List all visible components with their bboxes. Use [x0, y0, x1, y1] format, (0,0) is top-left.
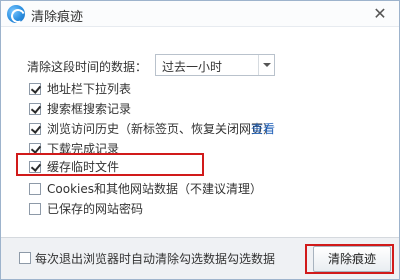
auto-clear-checkbox[interactable]: [19, 252, 31, 264]
cache-highlight-box: [16, 153, 204, 176]
title-bar: 清除痕迹 ✕: [1, 1, 399, 27]
close-icon[interactable]: ✕: [371, 5, 389, 23]
clear-traces-button[interactable]: 清除痕迹: [313, 246, 391, 272]
time-range-select[interactable]: 过去一小时: [155, 54, 275, 76]
time-range-value: 过去一小时: [162, 60, 223, 74]
browsing-history-checkbox[interactable]: [29, 123, 41, 135]
search-history-checkbox[interactable]: [29, 103, 41, 115]
address-bar-checkbox[interactable]: [29, 83, 41, 95]
option-label: 地址栏下拉列表: [47, 82, 132, 96]
dialog-title: 清除痕迹: [31, 10, 84, 25]
clear-traces-dialog: 清除痕迹 ✕ 清除这段时间的数据： 过去一小时 地址栏下拉列表 搜索框搜索记录 …: [0, 0, 400, 280]
cookies-checkbox[interactable]: [29, 183, 41, 195]
view-history-link[interactable]: 查看: [251, 121, 275, 137]
option-label: 浏览访问历史（新标签页、恢复关闭网页）: [47, 122, 276, 136]
browser-logo-icon: [7, 5, 25, 23]
option-label: 搜索框搜索记录: [47, 102, 132, 116]
chevron-down-icon[interactable]: [258, 55, 274, 75]
option-label: 已保存的网站密码: [47, 202, 144, 216]
time-range-label: 清除这段时间的数据：: [27, 60, 148, 74]
option-label: Cookies和其他网站数据（不建议清理）: [47, 182, 262, 196]
auto-clear-label: 每次退出浏览器时自动清除勾选数据勾选数据: [35, 252, 276, 266]
saved-passwords-checkbox[interactable]: [29, 203, 41, 215]
